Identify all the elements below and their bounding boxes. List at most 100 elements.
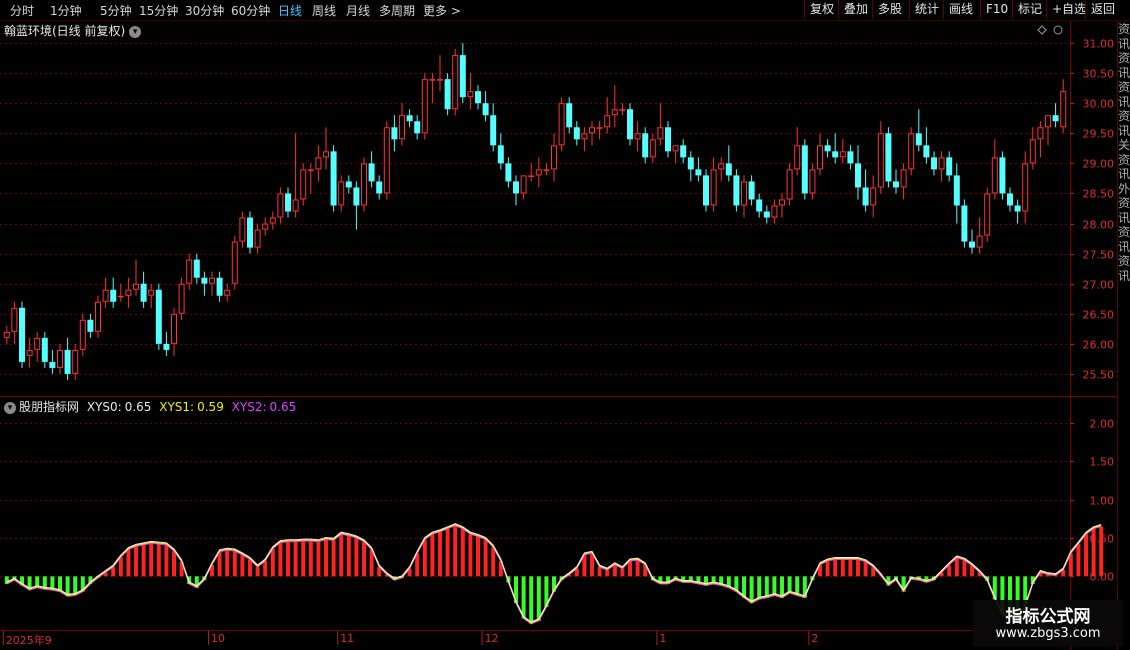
indicator-bar-positive xyxy=(217,551,222,577)
indicator-bar-positive xyxy=(422,539,427,577)
indicator-bar-positive xyxy=(491,547,496,577)
candle-down xyxy=(19,307,25,362)
candle-up xyxy=(178,283,185,314)
time-axis-label: 12 xyxy=(484,632,499,645)
candle-up xyxy=(604,115,611,128)
candle-down xyxy=(703,175,709,206)
candle-down xyxy=(459,55,466,98)
indicator-bar-negative xyxy=(772,576,777,596)
candle-down xyxy=(801,145,808,194)
indicator-bar-positive xyxy=(164,544,169,577)
candle-down xyxy=(41,337,48,362)
candle-up xyxy=(300,169,307,200)
indicator-bar-positive xyxy=(339,534,344,577)
indicator-bar-positive xyxy=(248,559,252,577)
indicator-tick-label: 1.50 xyxy=(1090,456,1115,469)
price-tick-label: 28.50 xyxy=(1083,188,1115,201)
candle-down xyxy=(193,259,200,278)
candle-down xyxy=(763,211,770,218)
candle-up xyxy=(1060,91,1067,128)
candle-down xyxy=(665,127,671,152)
indicator-bar-positive xyxy=(156,544,161,577)
candle-up xyxy=(839,151,846,158)
candle-up xyxy=(102,289,109,302)
candle-down xyxy=(573,127,580,140)
right-side-panel[interactable]: 资讯资讯资讯资讯关资讯外资讯资讯资讯 xyxy=(1118,22,1130,650)
candle-up xyxy=(581,133,588,140)
candle-up xyxy=(672,145,679,152)
indicator-bar-positive xyxy=(635,560,640,577)
candle-up xyxy=(399,115,405,140)
indicator-bar-positive xyxy=(856,559,860,577)
indicator-bar-negative xyxy=(536,576,541,621)
candle-up xyxy=(231,241,238,284)
candle-down xyxy=(627,109,633,140)
watermark-title: 指标公式网 xyxy=(1005,607,1091,627)
candle-down xyxy=(247,217,253,248)
candle-up xyxy=(1029,139,1036,164)
candle-up xyxy=(528,175,535,177)
candle-down xyxy=(376,181,383,194)
candle-up xyxy=(809,169,816,194)
candle-down xyxy=(893,181,899,188)
candle-up xyxy=(148,289,155,296)
candle-down xyxy=(923,145,930,158)
price-tick-label: 25.50 xyxy=(1083,369,1115,382)
candle-up xyxy=(239,217,246,242)
indicator-bar-positive xyxy=(612,564,617,577)
candle-up xyxy=(520,175,527,194)
candle-down xyxy=(201,277,208,284)
candle-down xyxy=(64,349,71,374)
candle-up xyxy=(619,109,626,111)
candle-down xyxy=(725,163,732,176)
candle-up xyxy=(467,91,474,98)
indicator-bar-positive xyxy=(172,551,176,577)
candle-up xyxy=(771,205,778,218)
chart-canvas: 25.50 26.00 26.50 27.00 27.50 28.00 28.50 29.00… xyxy=(0,21,1118,650)
candle-down xyxy=(490,115,497,146)
indicator-bar-positive xyxy=(134,546,138,577)
indicator-bar-positive xyxy=(255,567,260,577)
candle-down xyxy=(680,145,687,158)
candle-up xyxy=(596,127,603,129)
indicator-bar-positive xyxy=(597,567,602,577)
indicator-bar-negative xyxy=(521,576,526,619)
indicator-bar-positive xyxy=(316,541,321,577)
indicator-bar-positive xyxy=(278,542,283,577)
candle-up xyxy=(543,169,550,171)
candle-up xyxy=(254,229,261,248)
candle-up xyxy=(292,199,299,212)
candle-down xyxy=(475,91,481,104)
indicator-bar-positive xyxy=(628,561,632,577)
price-tick-label: 27.50 xyxy=(1083,249,1115,262)
candle-up xyxy=(95,301,101,332)
time-axis: 2025年9 10 11 12 1 2 xyxy=(0,631,1070,650)
price-tick-label: 26.50 xyxy=(1083,309,1115,322)
candle-up xyxy=(224,289,231,296)
indicator-bar-positive xyxy=(468,534,473,577)
xys1-line xyxy=(6,524,1102,624)
candle-down xyxy=(330,151,337,206)
candle-down xyxy=(513,181,519,194)
indicator-bar-negative xyxy=(529,576,534,624)
candle-down xyxy=(163,343,170,350)
indicator-bar-positive xyxy=(863,561,868,577)
candle-up xyxy=(976,235,983,248)
price-tick-label: 26.00 xyxy=(1083,339,1115,352)
time-axis-label: 1 xyxy=(659,632,667,645)
candle-up xyxy=(551,145,557,170)
candle-up xyxy=(589,127,595,134)
candle-up xyxy=(323,151,329,158)
indicator-bar-positive xyxy=(1099,526,1104,577)
candle-down xyxy=(855,163,861,188)
candle-up xyxy=(870,187,877,206)
circle-icon xyxy=(1053,25,1063,35)
indicator-bar-positive xyxy=(149,543,154,577)
candle-down xyxy=(1014,205,1021,212)
indicator-bar-positive xyxy=(840,559,845,577)
candle-up xyxy=(72,349,79,374)
candle-down xyxy=(695,169,702,176)
candle-down xyxy=(642,133,649,158)
indicator-bar-positive xyxy=(293,541,298,577)
candle-up xyxy=(710,169,717,206)
